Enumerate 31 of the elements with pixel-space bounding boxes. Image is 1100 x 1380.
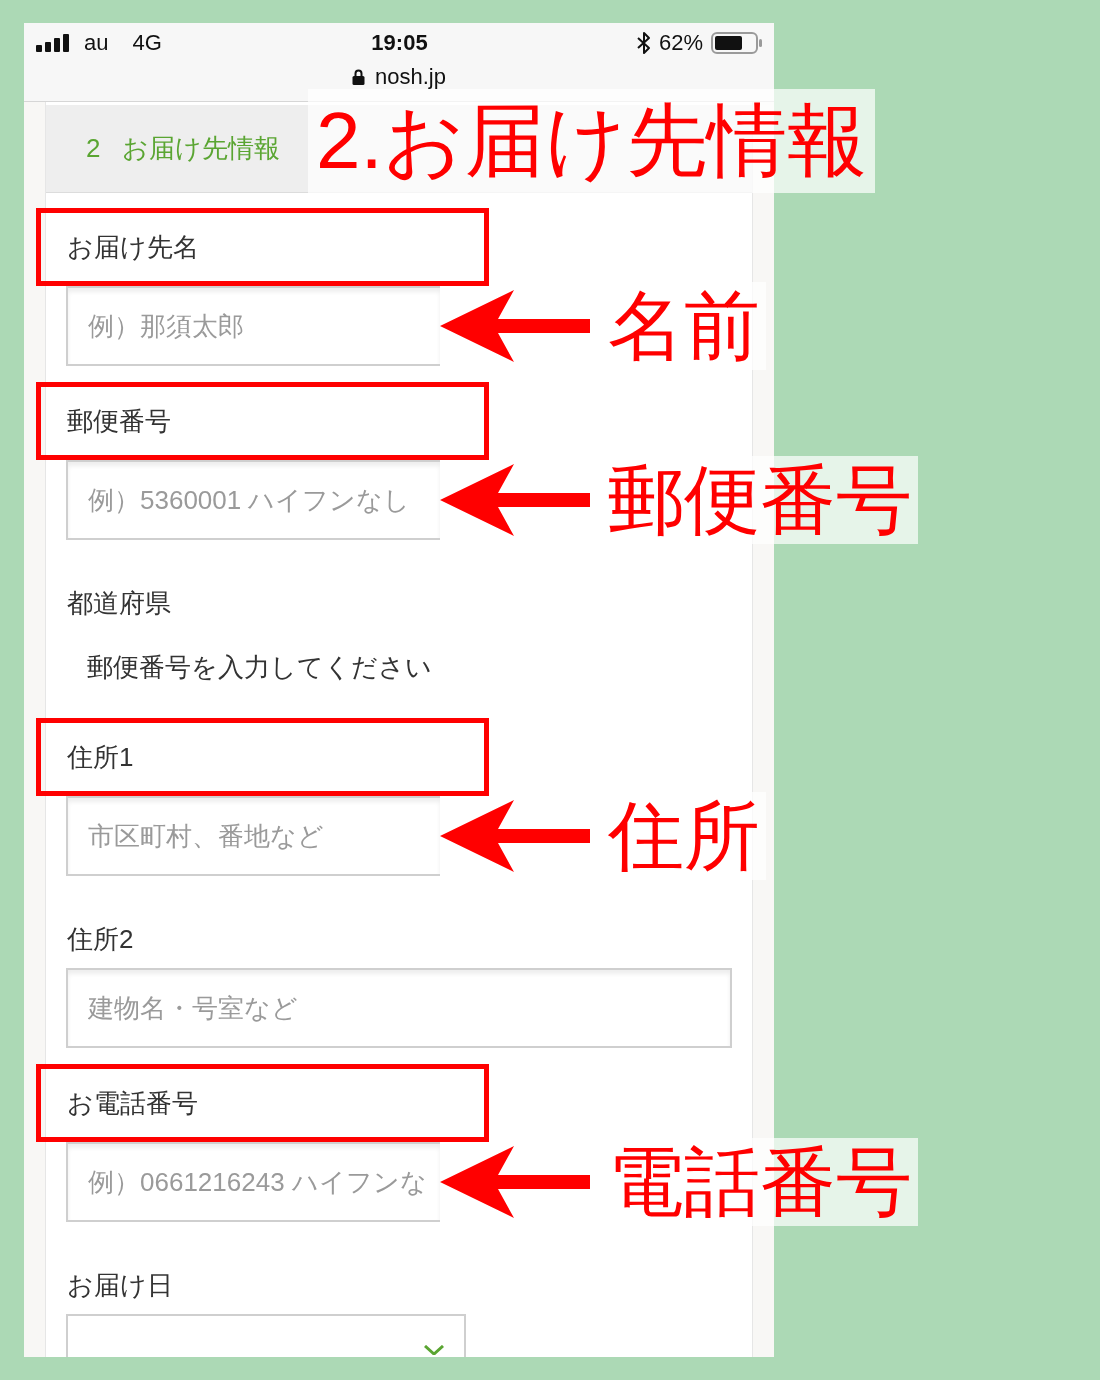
input-field[interactable]: 市区町村、番地など: [66, 796, 440, 876]
network-type: 4G: [132, 32, 162, 54]
field-label: 郵便番号: [67, 406, 171, 436]
left-arrow-icon: [440, 290, 590, 362]
field-label: 都道府県: [67, 588, 171, 618]
clock-time: 19:05: [371, 32, 428, 54]
step-number: 2: [86, 132, 101, 165]
bluetooth-icon: [636, 31, 651, 55]
battery-icon: [711, 32, 763, 54]
left-arrow-icon: [440, 1146, 590, 1218]
site-address: nosh.jp: [375, 66, 446, 88]
annotation-title: 2.お届け先情報: [308, 89, 875, 193]
field-label: お届け日: [67, 1270, 173, 1300]
field-label: お届け先名: [67, 232, 199, 262]
prefecture-message: 郵便番号を入力してください: [87, 650, 432, 684]
signal-icon: [36, 34, 70, 52]
left-arrow-icon: [440, 464, 590, 536]
input-field[interactable]: 例）5360001 ハイフンなし: [66, 460, 440, 540]
field-label: お電話番号: [67, 1088, 198, 1118]
field-label: 住所2: [67, 924, 134, 954]
battery-percent: 62%: [658, 32, 703, 54]
section-title: お届け先情報: [122, 132, 281, 165]
left-arrow-icon: [440, 800, 590, 872]
input-field[interactable]: 例）那須太郎: [66, 286, 440, 366]
input-field[interactable]: 建物名・号室など: [66, 968, 732, 1048]
date-select[interactable]: [66, 1314, 466, 1357]
field-label: 住所1: [67, 742, 134, 772]
lock-icon: [352, 69, 365, 85]
chevron-down-icon: [424, 1345, 444, 1355]
carrier-name: au: [84, 32, 109, 54]
input-field[interactable]: 例）0661216243 ハイフンな: [66, 1142, 440, 1222]
